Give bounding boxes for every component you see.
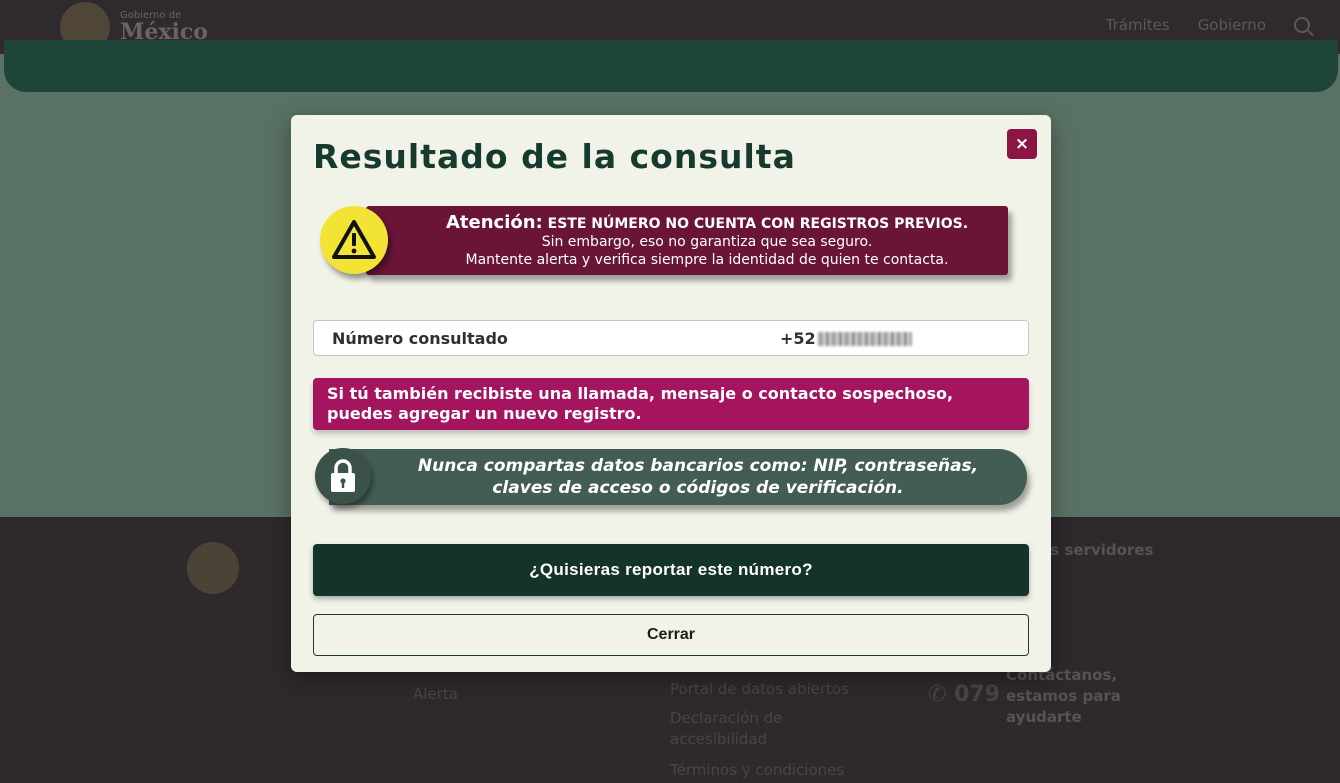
- search-icon[interactable]: [1294, 17, 1310, 33]
- add-record-notice: Si tú también recibiste una llamada, men…: [313, 378, 1029, 430]
- alert-lead: Atención:: [445, 212, 543, 233]
- queried-number-value: +52: [780, 329, 912, 348]
- modal-title: Resultado de la consulta: [313, 137, 796, 176]
- queried-number-box: Número consultado +52: [313, 320, 1029, 356]
- hero-band: [4, 40, 1338, 92]
- footer-link-datos-abiertos[interactable]: Portal de datos abiertos: [670, 679, 849, 700]
- footer-link-accesibilidad[interactable]: Declaración de accesibilidad: [670, 708, 870, 750]
- queried-number-label: Número consultado: [332, 329, 508, 348]
- footer-phone[interactable]: ✆ 079: [928, 682, 1000, 707]
- blurred-digits: [817, 331, 912, 346]
- close-icon[interactable]: ×: [1007, 129, 1037, 159]
- main-nav: Trámites Gobierno: [1106, 16, 1310, 34]
- close-button[interactable]: Cerrar: [313, 614, 1029, 656]
- number-prefix: +52: [780, 329, 816, 348]
- footer-link-alerta[interactable]: Alerta: [413, 684, 458, 705]
- alert-banner: Atención: ESTE NÚMERO NO CUENTA CON REGI…: [366, 206, 1008, 275]
- alert-heading: Atención: ESTE NÚMERO NO CUENTA CON REGI…: [406, 212, 1008, 233]
- footer-servidores-text[interactable]: os servidores: [1040, 540, 1153, 561]
- nav-tramites[interactable]: Trámites: [1106, 16, 1170, 34]
- footer-link-terminos[interactable]: Términos y condiciones: [670, 760, 844, 781]
- alert-line1-text: ESTE NÚMERO NO CUENTA CON REGISTROS PREV…: [547, 216, 969, 232]
- report-number-button[interactable]: ¿Quisieras reportar este número?: [313, 544, 1029, 596]
- security-tip-line2: claves de acceso o códigos de verificaci…: [492, 478, 904, 498]
- security-tip-banner: Nunca compartas datos bancarios como: NI…: [329, 449, 1027, 505]
- warning-icon: [320, 206, 388, 274]
- alert-line2: Sin embargo, eso no garantiza que sea se…: [541, 234, 873, 250]
- footer-seal-icon: [187, 542, 239, 594]
- footer-phone-text: Contáctanos, estamos para ayudarte: [1006, 666, 1121, 726]
- result-modal: × Resultado de la consulta Atención: EST…: [291, 115, 1051, 672]
- alert-line3: Mantente alerta y verifica siempre la id…: [465, 252, 949, 268]
- footer-phone-number: 079: [954, 682, 1001, 707]
- nav-gobierno[interactable]: Gobierno: [1198, 16, 1266, 34]
- security-tip-line1: Nunca compartas datos bancarios como: NI…: [417, 456, 979, 476]
- lock-icon: [315, 448, 371, 504]
